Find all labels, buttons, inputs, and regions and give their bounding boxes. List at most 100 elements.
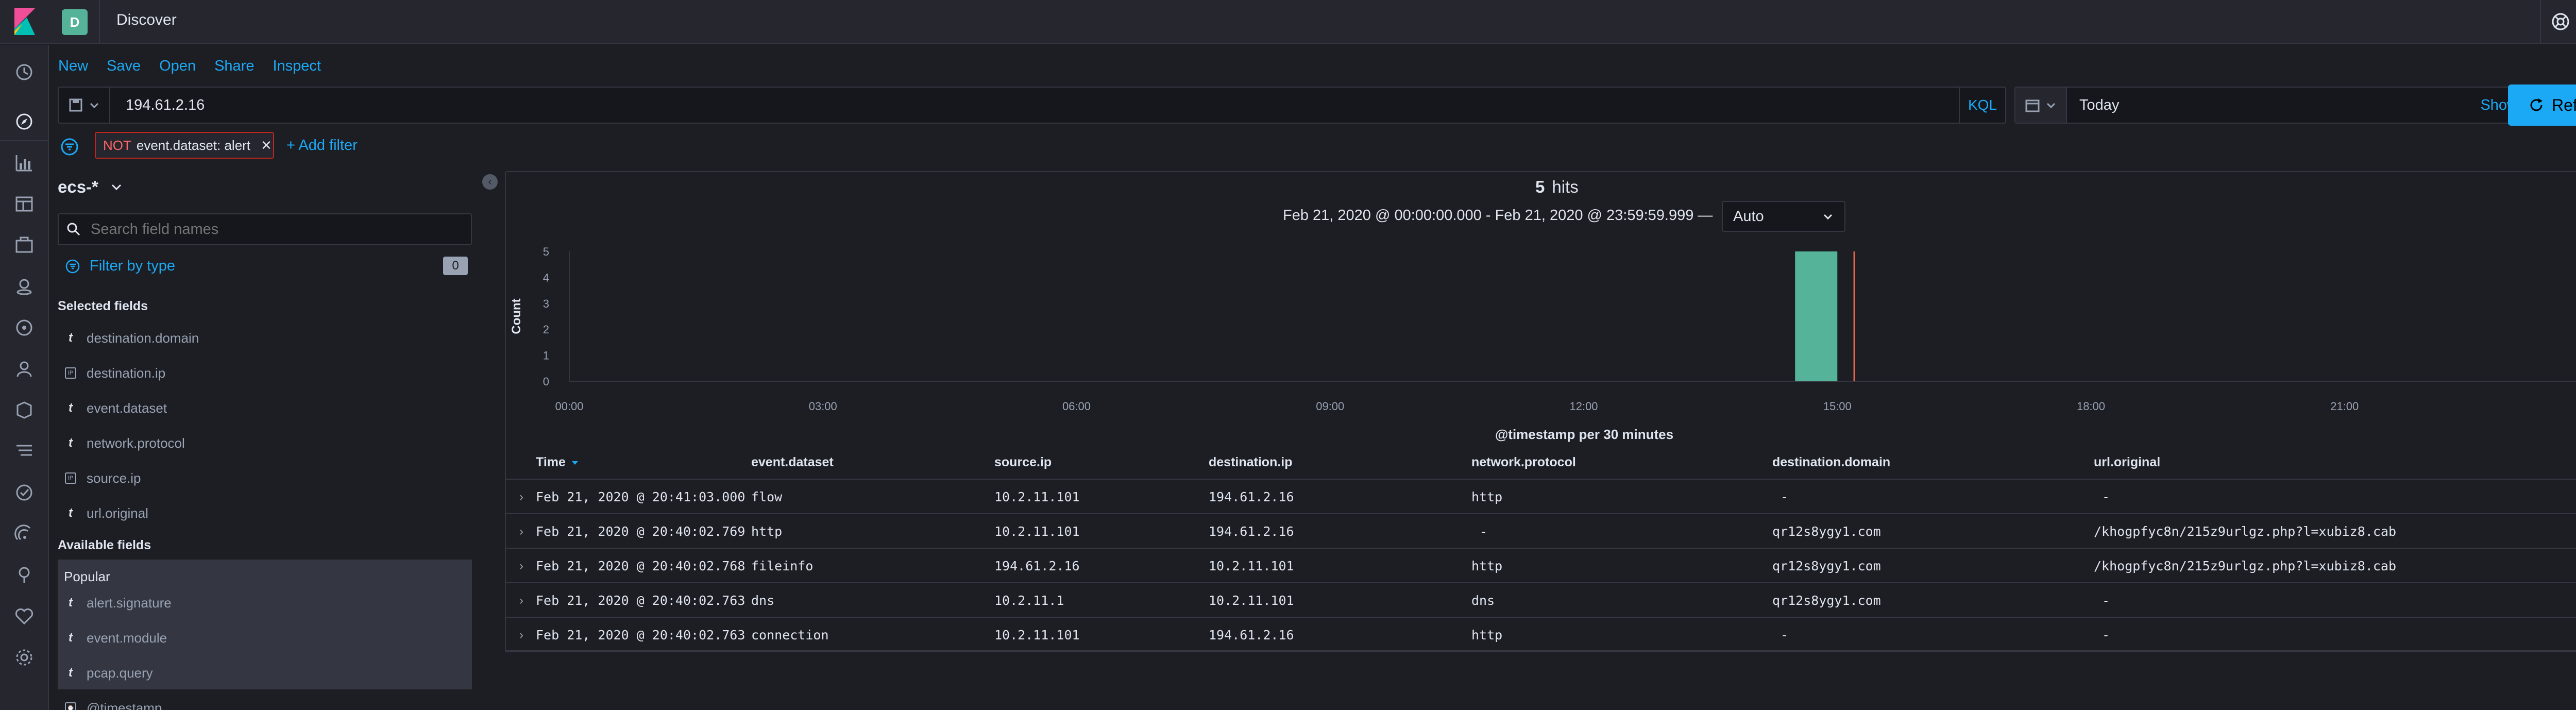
table-cell: dns (1471, 593, 1495, 608)
new-button[interactable]: New (58, 58, 88, 75)
x-tick-label: 03:00 (809, 400, 837, 413)
hits-label: hits (1552, 177, 1579, 196)
table-cell: Feb 21, 2020 @ 20:40:02.763 (536, 593, 745, 608)
table-row[interactable]: › Feb 21, 2020 @ 20:40:02.763 connection 10… (505, 618, 2576, 652)
close-icon[interactable]: ✕ (261, 138, 272, 154)
inspect-button[interactable]: Inspect (273, 58, 321, 75)
hits-number: 5 (1535, 177, 1545, 196)
table-cell: - (1480, 524, 1488, 539)
table-cell: fileinfo (751, 559, 814, 573)
collapse-sidebar-button[interactable]: ‹ (482, 174, 498, 190)
table-cell: - (1781, 489, 1789, 504)
y-tick-label: 5 (543, 245, 549, 258)
table-cell: - (2102, 593, 2110, 608)
available-fields-heading: Available fields (58, 538, 151, 552)
machine-learning-icon[interactable] (14, 318, 34, 337)
management-gear-icon[interactable] (14, 648, 34, 667)
stack-monitoring-icon[interactable] (14, 606, 34, 626)
saved-query-icon (69, 98, 82, 112)
sort-down-icon[interactable] (570, 458, 580, 468)
dev-tools-icon[interactable] (14, 565, 34, 585)
histogram-chart: 0 1 2 3 4 5 Count 00:00 03:00 06:00 09:00 12:00 15:0… (510, 245, 2576, 442)
save-button[interactable]: Save (107, 58, 141, 75)
field-item[interactable]: t alert.signature (65, 593, 172, 613)
field-item[interactable]: ⌚ @timestamp (65, 698, 162, 710)
index-pattern-selector[interactable]: ecs-* (58, 177, 123, 197)
table-row[interactable]: › Feb 21, 2020 @ 20:40:02.768 fileinfo 194.… (505, 549, 2576, 583)
apm-icon[interactable] (14, 483, 34, 502)
table-cell: - (1781, 628, 1789, 643)
date-picker: Today Show dates (2014, 87, 2571, 124)
histogram-bar[interactable] (1795, 251, 1838, 381)
ip-type-icon: IP (65, 472, 76, 484)
filter-by-type-button[interactable]: Filter by type (65, 258, 175, 275)
users-icon[interactable] (14, 359, 34, 379)
table-cell: 10.2.11.101 (994, 628, 1080, 643)
dashboard-icon[interactable] (14, 194, 34, 214)
chevron-down-icon (111, 184, 121, 191)
table-row[interactable]: › Feb 21, 2020 @ 20:40:02.769 http 10.2.11.… (505, 514, 2576, 549)
string-type-icon: t (69, 631, 73, 645)
kibana-logo-icon[interactable] (11, 8, 38, 35)
field-item[interactable]: IP destination.ip (65, 363, 165, 383)
infrastructure-icon[interactable] (14, 400, 34, 420)
canvas-icon[interactable] (14, 235, 34, 255)
column-header[interactable]: event.dataset (751, 445, 834, 480)
interval-value: Auto (1733, 208, 1764, 225)
saved-queries-button[interactable] (59, 88, 110, 123)
uptime-icon[interactable] (14, 524, 34, 544)
table-cell: qr12s8ygy1.com (1772, 559, 1881, 573)
help-icon[interactable] (2550, 11, 2571, 32)
index-pattern-label: ecs-* (58, 177, 98, 196)
table-row[interactable]: › Feb 21, 2020 @ 20:41:03.000 flow 10.2.11.… (505, 480, 2576, 514)
table-cell: 10.2.11.101 (994, 524, 1080, 539)
table-row[interactable]: › Feb 21, 2020 @ 20:40:02.763 dns 10.2.11.1… (505, 583, 2576, 618)
field-item[interactable]: t url.original (65, 503, 148, 523)
table-cell: Feb 21, 2020 @ 20:40:02.763 (536, 628, 745, 643)
column-header[interactable]: destination.domain (1772, 445, 1890, 480)
x-tick-label: 15:00 (1823, 400, 1852, 413)
column-header[interactable]: source.ip (994, 445, 1052, 480)
interval-select[interactable]: Auto (1722, 201, 1845, 232)
logs-icon[interactable] (14, 442, 34, 461)
open-button[interactable]: Open (159, 58, 196, 75)
discover-icon[interactable] (14, 112, 34, 131)
query-bar: 194.61.2.16 KQL (58, 87, 2006, 124)
refresh-button[interactable]: Refresh (2508, 84, 2576, 126)
column-header[interactable]: destination.ip (1209, 445, 1293, 480)
field-item[interactable]: t pcap.query (65, 663, 153, 683)
refresh-label: Refresh (2551, 95, 2576, 114)
column-header[interactable]: network.protocol (1471, 445, 1576, 480)
table-cell: Feb 21, 2020 @ 20:40:02.769 (536, 524, 745, 539)
side-nav (0, 45, 49, 710)
recently-viewed-icon[interactable] (14, 62, 34, 82)
filter-options-icon[interactable] (60, 137, 79, 157)
expand-row-chevron-icon[interactable]: › (515, 549, 528, 583)
filter-count-badge: 0 (443, 257, 468, 275)
maps-icon[interactable] (14, 277, 34, 296)
expand-row-chevron-icon[interactable]: › (515, 480, 528, 514)
query-language-button[interactable]: KQL (1959, 88, 2005, 123)
field-item[interactable]: t event.dataset (65, 398, 167, 418)
chevron-down-icon (90, 103, 99, 109)
field-search-input[interactable] (91, 221, 451, 238)
query-input[interactable]: 194.61.2.16 (126, 97, 205, 114)
date-range-value[interactable]: Today (2079, 97, 2119, 114)
expand-row-chevron-icon[interactable]: › (515, 618, 528, 652)
field-item[interactable]: t destination.domain (65, 328, 199, 348)
visualize-icon[interactable] (14, 153, 34, 173)
table-cell: 194.61.2.16 (1209, 628, 1294, 643)
expand-row-chevron-icon[interactable]: › (515, 583, 528, 618)
space-avatar[interactable]: D (62, 9, 88, 35)
field-item[interactable]: t network.protocol (65, 433, 185, 453)
add-filter-button[interactable]: + Add filter (286, 137, 358, 154)
share-button[interactable]: Share (214, 58, 254, 75)
expand-row-chevron-icon[interactable]: › (515, 514, 528, 549)
filter-pill[interactable]: NOT event.dataset: alert ✕ (95, 132, 274, 159)
table-cell: - (2102, 489, 2110, 504)
column-header-time[interactable]: Time (536, 445, 580, 480)
column-header[interactable]: url.original (2094, 445, 2160, 480)
field-item[interactable]: IP source.ip (65, 468, 141, 488)
quick-select-button[interactable] (2015, 88, 2067, 123)
field-item[interactable]: t event.module (65, 628, 167, 648)
